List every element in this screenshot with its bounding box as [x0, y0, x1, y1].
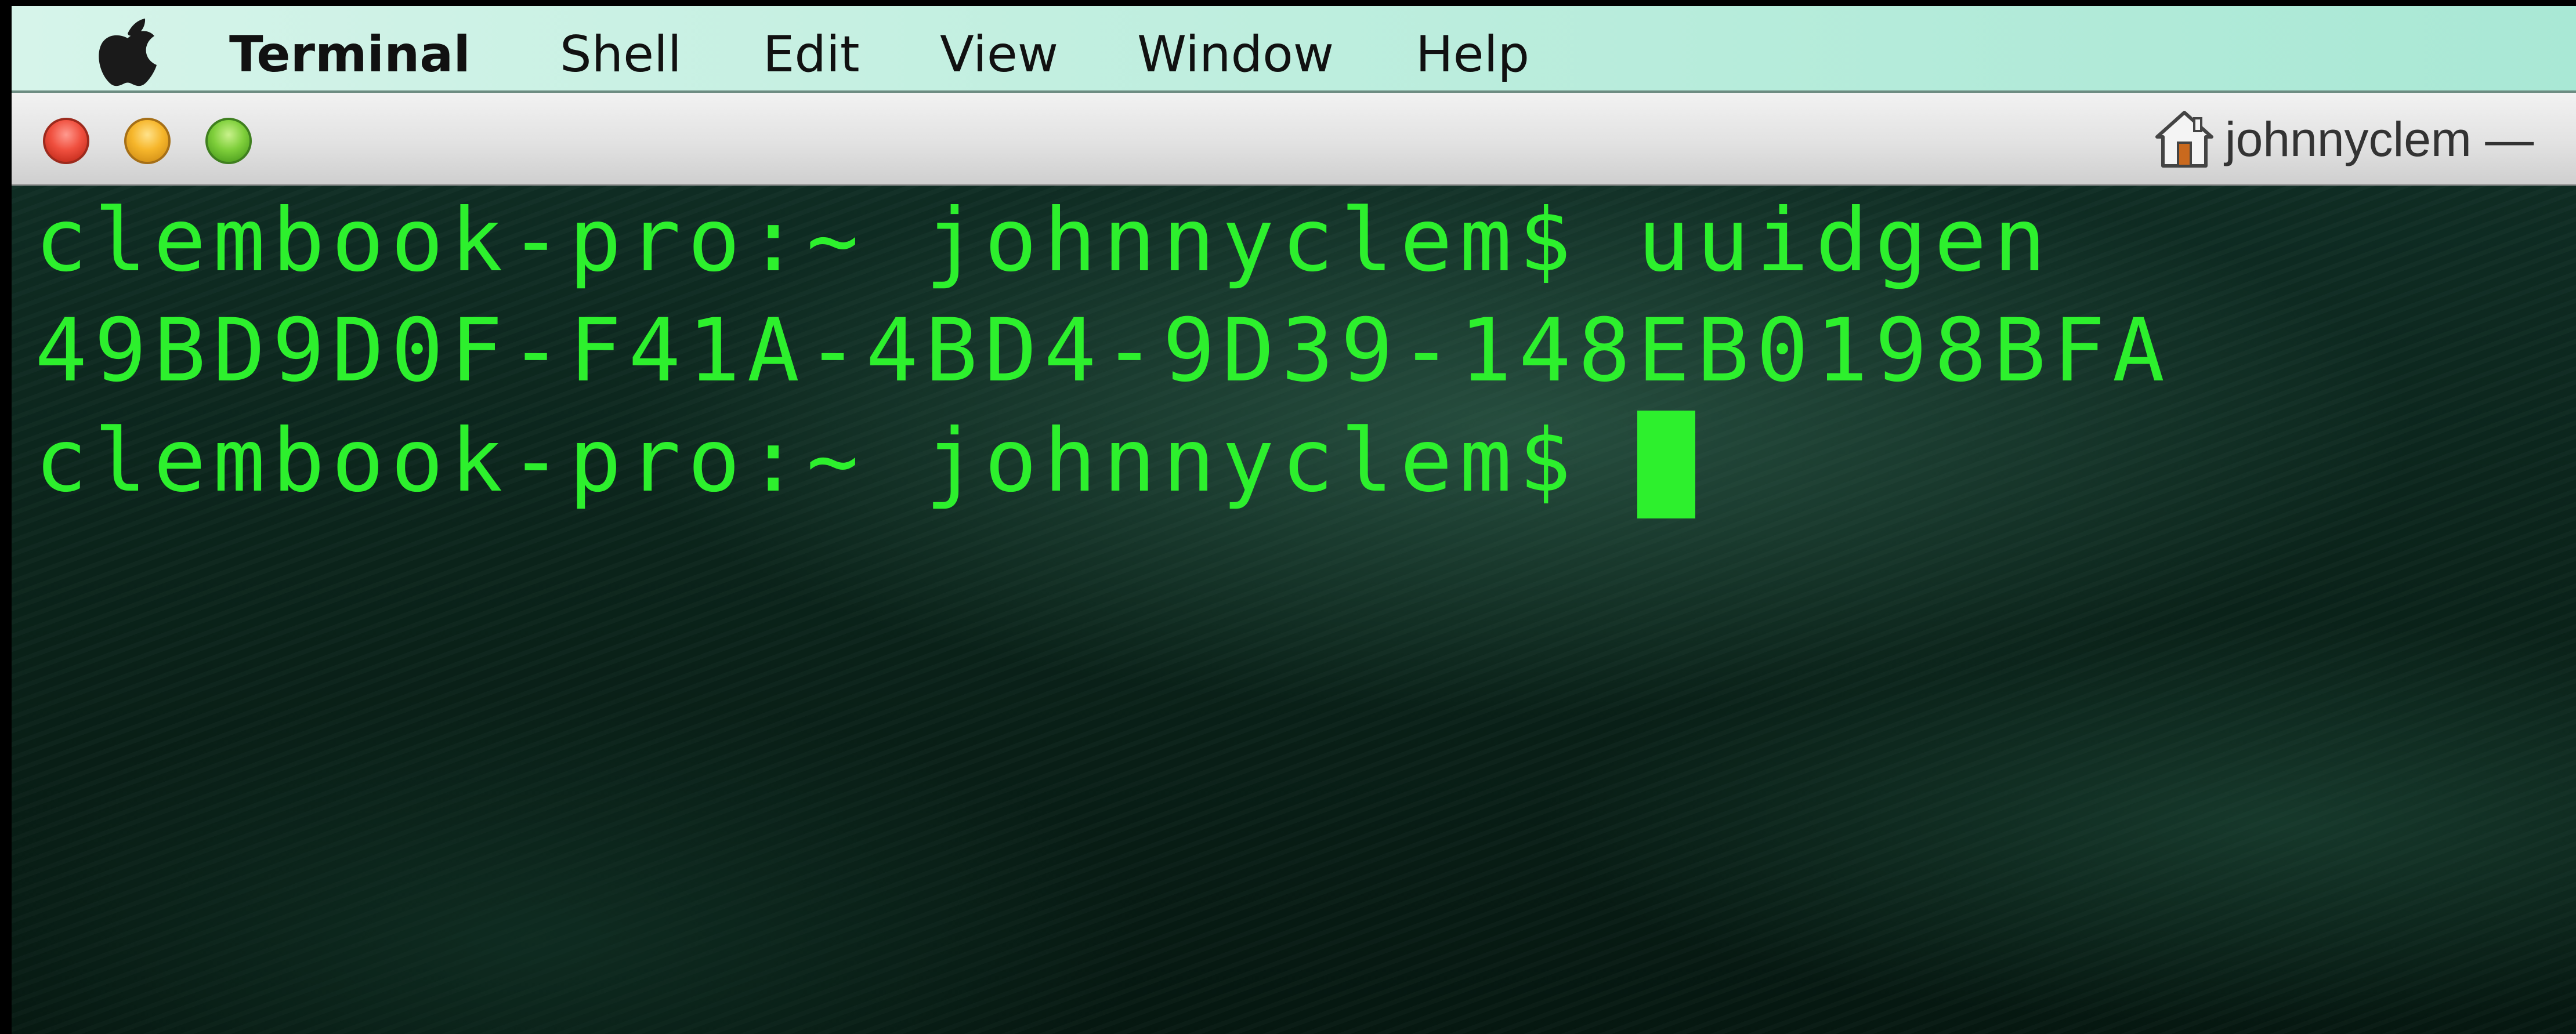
- home-icon: [2152, 107, 2216, 170]
- menu-terminal[interactable]: Terminal: [229, 27, 471, 82]
- menu-view[interactable]: View: [940, 27, 1058, 82]
- menu-edit[interactable]: Edit: [763, 27, 860, 82]
- menu-bar: Terminal Shell Edit View Window Help: [12, 6, 2576, 93]
- window-title: johnnyclem —: [2225, 112, 2534, 166]
- terminal-content[interactable]: clembook-pro:~ johnnyclem$ uuidgen 49BD9…: [12, 186, 2576, 1034]
- window-title-bar[interactable]: johnnyclem —: [12, 93, 2576, 186]
- apple-logo-icon[interactable]: [93, 14, 162, 88]
- menu-window[interactable]: Window: [1137, 27, 1334, 82]
- menu-help[interactable]: Help: [1416, 27, 1529, 82]
- screen: Terminal Shell Edit View Window Help joh…: [0, 0, 2576, 1034]
- minimize-button[interactable]: [124, 118, 171, 164]
- terminal-prompt: clembook-pro:~ johnnyclem$: [35, 411, 1638, 511]
- terminal-prompt-line: clembook-pro:~ johnnyclem$: [35, 406, 1696, 518]
- menu-shell[interactable]: Shell: [560, 27, 682, 82]
- close-button[interactable]: [43, 118, 89, 164]
- terminal-line: 49BD9D0F-F41A-4BD4-9D39-148EB0198BFA: [35, 300, 2172, 401]
- text-cursor: [1637, 411, 1696, 518]
- zoom-button[interactable]: [205, 118, 252, 164]
- terminal-line: clembook-pro:~ johnnyclem$ uuidgen: [35, 190, 2053, 291]
